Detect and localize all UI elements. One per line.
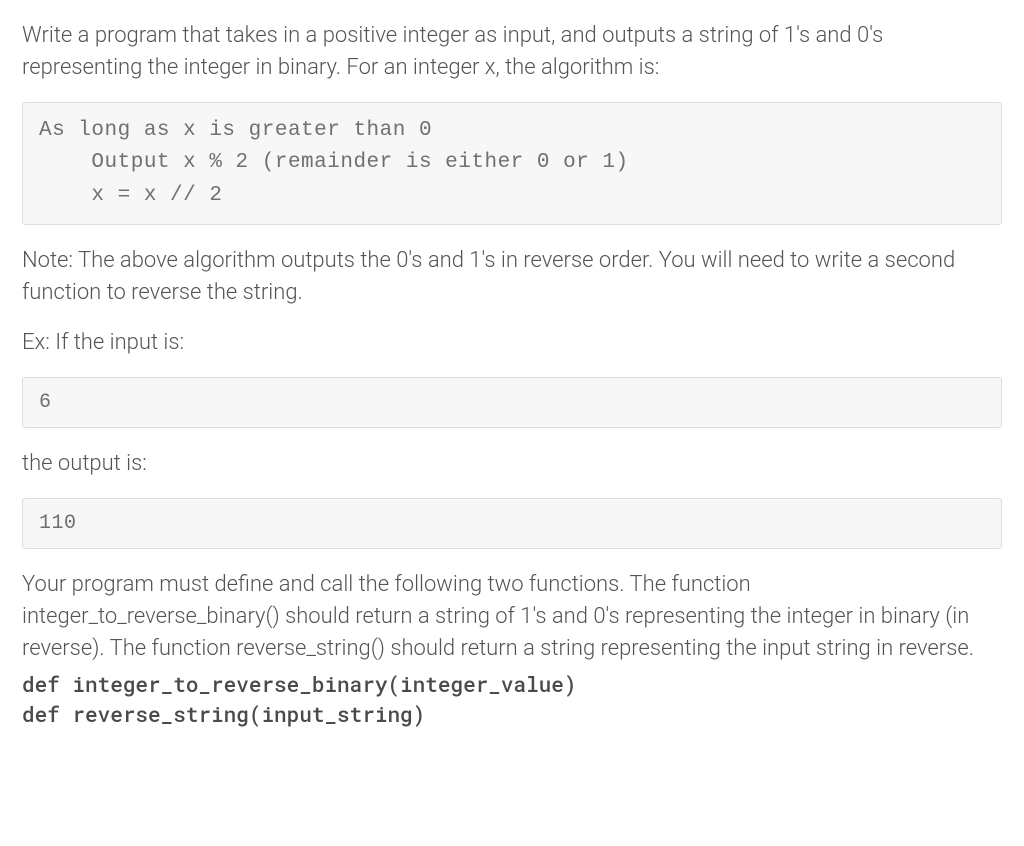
example-input-label: Ex: If the input is: bbox=[22, 327, 1002, 359]
example-output-codeblock: 110 bbox=[22, 498, 1002, 549]
intro-paragraph: Write a program that takes in a positive… bbox=[22, 20, 1002, 84]
signature-2: def reverse_string(input_string) bbox=[22, 699, 1002, 729]
note-paragraph: Note: The above algorithm outputs the 0'… bbox=[22, 245, 1002, 309]
signature-1: def integer_to_reverse_binary(integer_va… bbox=[22, 669, 1002, 699]
instructions-paragraph: Your program must define and call the fo… bbox=[22, 569, 1002, 665]
example-output-label: the output is: bbox=[22, 448, 1002, 480]
algorithm-codeblock: As long as x is greater than 0 Output x … bbox=[22, 102, 1002, 226]
example-input-codeblock: 6 bbox=[22, 377, 1002, 428]
